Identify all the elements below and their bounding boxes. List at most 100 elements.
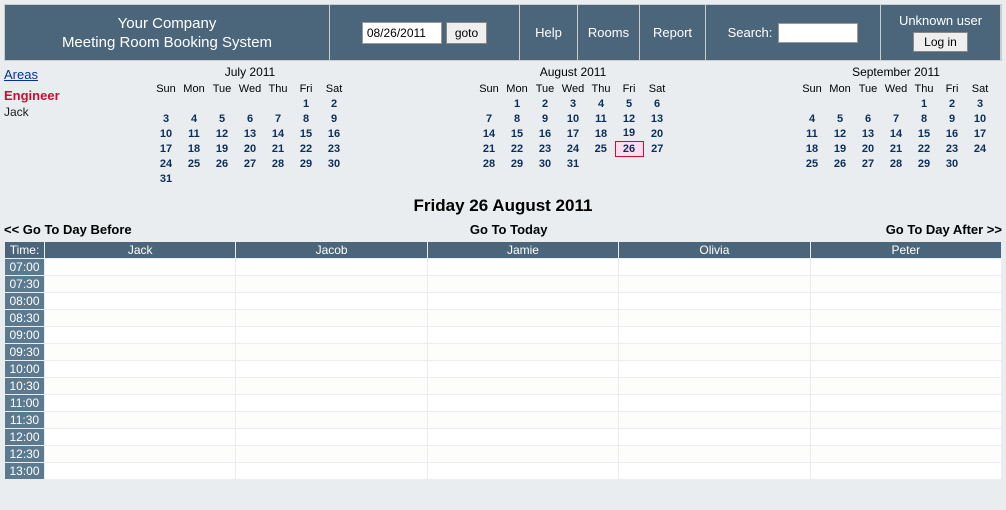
time-row-header[interactable]: 08:30	[5, 310, 45, 327]
go-today[interactable]: Go To Today	[470, 222, 548, 237]
calendar-cell[interactable]: 25	[180, 156, 208, 171]
booking-slot[interactable]	[810, 395, 1001, 412]
calendar-cell[interactable]: 26	[208, 156, 236, 171]
calendar-day[interactable]: 11	[188, 128, 200, 140]
calendar-day[interactable]: 1	[514, 98, 520, 110]
calendar-cell[interactable]: 19	[615, 126, 643, 141]
calendar-day[interactable]: 25	[188, 158, 200, 170]
time-row-header[interactable]: 09:00	[5, 327, 45, 344]
calendar-cell[interactable]: 2	[938, 96, 966, 111]
booking-slot[interactable]	[619, 395, 810, 412]
booking-slot[interactable]	[619, 429, 810, 446]
calendar-cell[interactable]: 7	[882, 111, 910, 126]
calendar-cell[interactable]: 17	[966, 126, 994, 141]
calendar-day[interactable]: 15	[300, 128, 312, 140]
time-row-header[interactable]: 10:00	[5, 361, 45, 378]
calendar-cell[interactable]: 3	[152, 111, 180, 126]
calendar-day[interactable]: 9	[949, 113, 955, 125]
booking-slot[interactable]	[427, 463, 618, 480]
calendar-day[interactable]: 29	[300, 158, 312, 170]
calendar-cell[interactable]: 15	[910, 126, 938, 141]
calendar-cell[interactable]: 14	[882, 126, 910, 141]
calendar-cell[interactable]: 23	[938, 141, 966, 156]
calendar-cell[interactable]: 31	[152, 171, 180, 186]
booking-slot[interactable]	[810, 276, 1001, 293]
calendar-cell[interactable]: 27	[236, 156, 264, 171]
calendar-cell[interactable]: 23	[531, 141, 559, 156]
booking-slot[interactable]	[810, 310, 1001, 327]
calendar-cell[interactable]: 11	[587, 111, 615, 126]
calendar-cell[interactable]: 15	[292, 126, 320, 141]
booking-slot[interactable]	[45, 412, 236, 429]
calendar-cell[interactable]: 12	[826, 126, 854, 141]
booking-slot[interactable]	[619, 276, 810, 293]
booking-slot[interactable]	[236, 412, 427, 429]
calendar-day[interactable]: 10	[567, 113, 579, 125]
goto-button[interactable]: goto	[446, 22, 487, 44]
calendar-day[interactable]: 8	[303, 113, 309, 125]
booking-slot[interactable]	[236, 276, 427, 293]
calendar-day[interactable]: 22	[918, 143, 930, 155]
calendar-cell[interactable]: 2	[320, 96, 348, 111]
calendar-day[interactable]: 13	[244, 128, 256, 140]
calendar-cell[interactable]: 30	[531, 156, 559, 171]
booking-slot[interactable]	[619, 259, 810, 276]
goto-date-input[interactable]	[362, 22, 442, 44]
calendar-day[interactable]: 19	[834, 143, 846, 155]
booking-slot[interactable]	[427, 276, 618, 293]
booking-slot[interactable]	[619, 293, 810, 310]
calendar-day[interactable]: 20	[651, 128, 663, 140]
areas-header[interactable]: Areas	[4, 67, 144, 82]
calendar-cell[interactable]: 4	[180, 111, 208, 126]
calendar-cell[interactable]: 21	[882, 141, 910, 156]
calendar-day[interactable]: 1	[921, 98, 927, 110]
calendar-day[interactable]: 27	[651, 143, 663, 155]
calendar-day[interactable]: 15	[511, 128, 523, 140]
calendar-day[interactable]: 6	[865, 113, 871, 125]
calendar-cell[interactable]: 11	[180, 126, 208, 141]
room-column-header[interactable]: Peter	[810, 242, 1001, 259]
booking-slot[interactable]	[45, 395, 236, 412]
calendar-day[interactable]: 1	[303, 98, 309, 110]
nav-report[interactable]: Report	[640, 5, 706, 60]
calendar-cell[interactable]: 13	[643, 111, 671, 126]
room-item[interactable]: Jack	[4, 105, 144, 119]
booking-slot[interactable]	[810, 259, 1001, 276]
calendar-cell[interactable]: 1	[910, 96, 938, 111]
calendar-day[interactable]: 2	[331, 98, 337, 110]
nav-rooms[interactable]: Rooms	[578, 5, 640, 60]
calendar-day[interactable]: 14	[483, 128, 495, 140]
calendar-cell[interactable]: 10	[152, 126, 180, 141]
calendar-cell[interactable]: 26	[615, 141, 643, 156]
booking-slot[interactable]	[619, 463, 810, 480]
calendar-day[interactable]: 17	[567, 128, 579, 140]
time-row-header[interactable]: 11:30	[5, 412, 45, 429]
calendar-cell[interactable]: 28	[882, 156, 910, 171]
time-row-header[interactable]: 11:00	[5, 395, 45, 412]
calendar-day[interactable]: 16	[946, 128, 958, 140]
booking-slot[interactable]	[427, 259, 618, 276]
booking-slot[interactable]	[810, 378, 1001, 395]
booking-slot[interactable]	[45, 327, 236, 344]
calendar-day[interactable]: 31	[160, 173, 172, 185]
booking-slot[interactable]	[427, 327, 618, 344]
time-row-header[interactable]: 10:30	[5, 378, 45, 395]
calendar-day[interactable]: 2	[542, 98, 548, 110]
calendar-cell[interactable]: 21	[475, 141, 503, 156]
calendar-cell[interactable]: 11	[798, 126, 826, 141]
calendar-day[interactable]: 22	[300, 143, 312, 155]
booking-slot[interactable]	[427, 344, 618, 361]
calendar-cell[interactable]: 18	[180, 141, 208, 156]
booking-slot[interactable]	[236, 378, 427, 395]
calendar-day[interactable]: 18	[595, 128, 607, 140]
calendar-day[interactable]: 19	[216, 143, 228, 155]
calendar-cell[interactable]: 15	[503, 126, 531, 141]
calendar-day[interactable]: 12	[216, 128, 228, 140]
calendar-day[interactable]: 20	[244, 143, 256, 155]
calendar-day[interactable]: 16	[328, 128, 340, 140]
booking-slot[interactable]	[810, 361, 1001, 378]
booking-slot[interactable]	[236, 327, 427, 344]
booking-slot[interactable]	[810, 446, 1001, 463]
calendar-day[interactable]: 29	[918, 158, 930, 170]
calendar-cell[interactable]: 6	[643, 96, 671, 111]
